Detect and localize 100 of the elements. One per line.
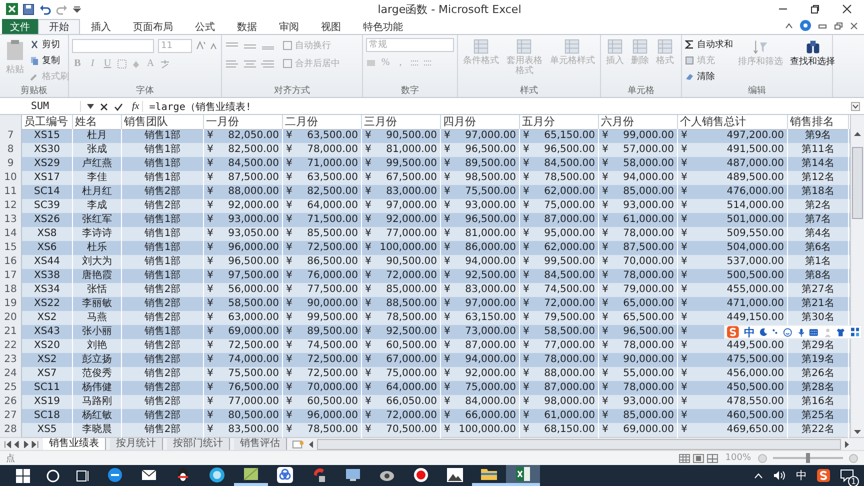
grid-menu-icon[interactable] xyxy=(850,327,859,337)
ribbon-tab[interactable]: 视图 xyxy=(310,19,352,34)
punctuation-icon[interactable] xyxy=(772,327,778,337)
page-layout-icon[interactable] xyxy=(693,454,704,462)
ime-toolbar[interactable]: 中 xyxy=(724,325,862,339)
copy-button[interactable]: 复制 xyxy=(30,54,69,67)
close-icon[interactable] xyxy=(842,4,852,14)
row-number[interactable]: 8 xyxy=(0,143,22,158)
start-icon[interactable] xyxy=(16,468,30,482)
scroll-down-icon[interactable] xyxy=(853,429,862,435)
new-sheet-icon[interactable] xyxy=(290,440,304,448)
row-number[interactable]: 18 xyxy=(0,283,22,298)
row-number[interactable]: 7 xyxy=(0,129,22,144)
file-tab[interactable]: 文件 xyxy=(2,19,38,34)
moon-icon[interactable] xyxy=(760,327,768,337)
excel-logo-icon[interactable] xyxy=(6,3,18,15)
cut-button[interactable]: 剪切 xyxy=(30,38,69,51)
taskbar-button[interactable] xyxy=(234,465,268,486)
copy-icon[interactable] xyxy=(30,56,39,65)
group-label: 编辑 xyxy=(747,86,767,97)
row-number[interactable]: 23 xyxy=(0,353,22,368)
row-number[interactable]: 10 xyxy=(0,171,22,186)
undo-icon[interactable] xyxy=(39,4,51,14)
record-icon xyxy=(412,466,430,484)
sheet-tab[interactable]: 按月统计 xyxy=(110,438,163,450)
task-view-icon[interactable] xyxy=(76,468,90,482)
ribbon-tab[interactable]: 开始 xyxy=(38,19,80,34)
group-label: 数字 xyxy=(400,86,420,97)
input-mode[interactable]: 中 xyxy=(744,324,755,340)
row-number[interactable]: 21 xyxy=(0,325,22,340)
row-number[interactable]: 16 xyxy=(0,255,22,270)
input-language[interactable]: 中 xyxy=(796,468,807,483)
sigma-icon[interactable] xyxy=(685,40,694,49)
ribbon-tab[interactable]: 特色功能 xyxy=(352,19,414,34)
binoculars-icon[interactable] xyxy=(804,39,820,55)
row-number[interactable]: 19 xyxy=(0,297,22,312)
formula-field[interactable]: =large（销售业绩表! xyxy=(149,100,845,114)
grow-font-icon[interactable] xyxy=(196,41,206,50)
customize-caret-icon[interactable] xyxy=(73,5,81,13)
expand-formula-icon[interactable] xyxy=(851,102,860,111)
row-number[interactable]: 14 xyxy=(0,227,22,242)
shrink-font-icon[interactable] xyxy=(210,41,219,50)
enter-check-icon[interactable] xyxy=(114,102,123,110)
row-number[interactable]: 27 xyxy=(0,409,22,424)
collapse-ribbon-icon[interactable] xyxy=(785,22,793,30)
row-number[interactable]: 9 xyxy=(0,157,22,172)
ribbon-tab[interactable]: 页面布局 xyxy=(122,19,184,34)
font-name-field[interactable] xyxy=(72,38,154,52)
ribbon-tab[interactable]: 插入 xyxy=(80,19,122,34)
row-number[interactable]: 26 xyxy=(0,395,22,410)
ribbon-tab[interactable]: 数据 xyxy=(226,19,268,34)
row-number[interactable]: 13 xyxy=(0,213,22,228)
row-number[interactable]: 15 xyxy=(0,241,22,256)
normal-view-icon[interactable] xyxy=(679,454,690,462)
vertical-scrollbar[interactable] xyxy=(850,115,864,437)
sogou-logo-icon[interactable] xyxy=(817,469,830,482)
chevron-up-icon[interactable] xyxy=(754,472,763,478)
clear-button[interactable]: 清除 xyxy=(685,70,733,83)
close-icon[interactable] xyxy=(850,22,858,30)
sheet-tab[interactable]: 按部门统计 xyxy=(166,438,230,450)
ribbon-tab[interactable]: 公式 xyxy=(184,19,226,34)
search-icon[interactable] xyxy=(46,468,60,482)
microphone-icon[interactable] xyxy=(798,326,804,338)
row-number[interactable]: 17 xyxy=(0,269,22,284)
ribbon-tab[interactable]: 审阅 xyxy=(268,19,310,34)
scroll-right-icon[interactable] xyxy=(844,440,850,448)
insert-function-button[interactable]: fx xyxy=(129,101,144,112)
shirt-icon[interactable] xyxy=(836,327,846,337)
row-number[interactable]: 12 xyxy=(0,199,22,214)
autosum-button[interactable]: 自动求和 xyxy=(685,38,733,51)
note-icon xyxy=(242,465,260,483)
notification-icon[interactable] xyxy=(840,469,854,482)
sheet-tab[interactable]: 销售业绩表 xyxy=(42,438,106,450)
row-number[interactable]: 20 xyxy=(0,311,22,326)
sheet-tab[interactable]: 销售评估 xyxy=(234,438,287,450)
row-number[interactable]: 28 xyxy=(0,423,22,438)
page-break-icon[interactable] xyxy=(707,454,718,462)
scissors-icon[interactable] xyxy=(30,40,39,49)
find-select-button[interactable]: 查找和选择 xyxy=(788,38,837,68)
save-icon[interactable] xyxy=(23,4,34,14)
scrollbar-thumb[interactable] xyxy=(852,147,863,219)
dropdown-caret-icon[interactable] xyxy=(87,104,94,109)
row-number[interactable]: 11 xyxy=(0,185,22,200)
minimize-icon[interactable] xyxy=(818,22,827,30)
restore-icon[interactable] xyxy=(810,4,820,14)
scroll-left-icon[interactable] xyxy=(308,440,314,448)
restore-icon[interactable] xyxy=(834,22,843,30)
row-number[interactable]: 25 xyxy=(0,381,22,396)
row-number[interactable]: 24 xyxy=(0,367,22,382)
speaker-icon[interactable] xyxy=(773,470,786,481)
sheet-nav-icon[interactable] xyxy=(4,440,39,448)
zoom-slider-thumb[interactable] xyxy=(806,453,810,463)
eraser-icon[interactable] xyxy=(685,72,694,81)
keyboard-icon[interactable] xyxy=(809,328,819,336)
row-number[interactable]: 22 xyxy=(0,339,22,354)
name-box[interactable]: SUM xyxy=(0,101,81,112)
fill-color-icon[interactable] xyxy=(131,58,141,68)
smiley-icon[interactable] xyxy=(783,326,793,338)
scroll-up-icon[interactable] xyxy=(853,131,862,137)
cancel-icon[interactable] xyxy=(100,102,108,110)
